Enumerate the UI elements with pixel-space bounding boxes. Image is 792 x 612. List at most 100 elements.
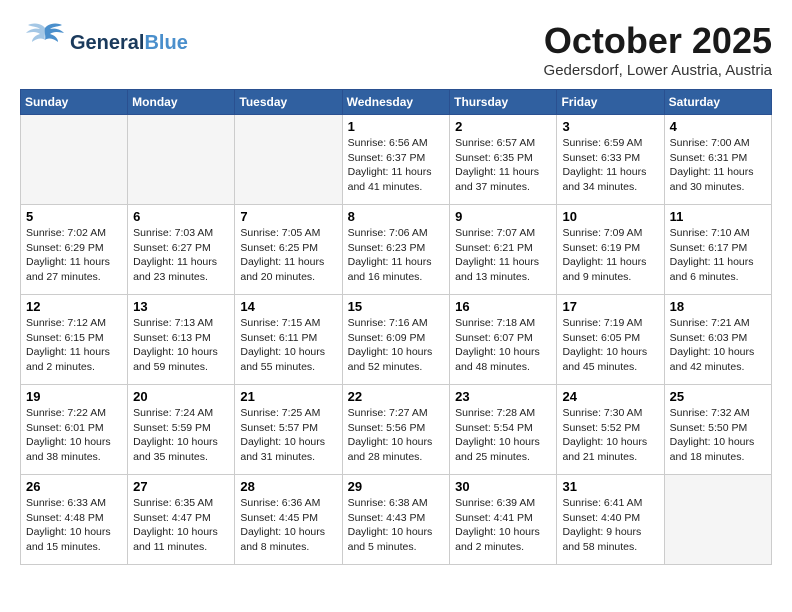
day-number: 4 [670,119,766,134]
col-header-monday: Monday [128,90,235,115]
page-header: GeneralBlue October 2025 Gedersdorf, Low… [20,20,772,79]
calendar-cell: 13Sunrise: 7:13 AM Sunset: 6:13 PM Dayli… [128,295,235,385]
day-info: Sunrise: 7:19 AM Sunset: 6:05 PM Dayligh… [562,316,658,375]
day-info: Sunrise: 7:06 AM Sunset: 6:23 PM Dayligh… [348,226,445,285]
day-number: 23 [455,389,551,404]
day-info: Sunrise: 7:28 AM Sunset: 5:54 PM Dayligh… [455,406,551,465]
day-info: Sunrise: 6:56 AM Sunset: 6:37 PM Dayligh… [348,136,445,195]
calendar-cell: 29 Sunrise: 6:38 AM Sunset: 4:43 PM Dayli… [342,475,450,565]
day-number: 12 [26,299,122,314]
calendar-cell: 11 Sunrise: 7:10 AM Sunset: 6:17 PM Dayli… [664,205,771,295]
calendar-cell: 25 Sunrise: 7:32 AM Sunset: 5:50 PM Dayli… [664,385,771,475]
day-info: Sunrise: 7:21 AM Sunset: 6:03 PM Dayligh… [670,316,766,375]
col-header-saturday: Saturday [664,90,771,115]
day-info: Sunrise: 6:39 AM Sunset: 4:41 PM Dayligh… [455,496,551,555]
day-number: 19 [26,389,122,404]
day-number: 24 [562,389,658,404]
calendar-table: SundayMondayTuesdayWednesdayThursdayFrid… [20,89,772,565]
day-number: 17 [562,299,658,314]
calendar-cell: 4 Sunrise: 7:00 AM Sunset: 6:31 PM Daylig… [664,115,771,205]
calendar-cell: 22Sunrise: 7:27 AM Sunset: 5:56 PM Dayli… [342,385,450,475]
calendar-cell: 27 Sunrise: 6:35 AM Sunset: 4:47 PM Dayli… [128,475,235,565]
day-number: 28 [240,479,336,494]
day-info: Sunrise: 7:15 AM Sunset: 6:11 PM Dayligh… [240,316,336,375]
calendar-cell: 3Sunrise: 6:59 AM Sunset: 6:33 PM Daylig… [557,115,664,205]
day-info: Sunrise: 7:24 AM Sunset: 5:59 PM Dayligh… [133,406,229,465]
day-number: 13 [133,299,229,314]
col-header-thursday: Thursday [450,90,557,115]
location-subtitle: Gedersdorf, Lower Austria, Austria [544,62,772,79]
day-number: 5 [26,209,122,224]
day-number: 14 [240,299,336,314]
calendar-cell: 24 Sunrise: 7:30 AM Sunset: 5:52 PM Dayli… [557,385,664,475]
calendar-cell: 1 Sunrise: 6:56 AM Sunset: 6:37 PM Daylig… [342,115,450,205]
logo-text: GeneralBlue [70,33,188,53]
day-info: Sunrise: 7:16 AM Sunset: 6:09 PM Dayligh… [348,316,445,375]
day-info: Sunrise: 7:07 AM Sunset: 6:21 PM Dayligh… [455,226,551,285]
calendar-cell: 9Sunrise: 7:07 AM Sunset: 6:21 PM Daylig… [450,205,557,295]
day-info: Sunrise: 7:30 AM Sunset: 5:52 PM Dayligh… [562,406,658,465]
calendar-week-2: 5 Sunrise: 7:02 AM Sunset: 6:29 PM Daylig… [21,205,772,295]
day-info: Sunrise: 7:03 AM Sunset: 6:27 PM Dayligh… [133,226,229,285]
day-info: Sunrise: 6:38 AM Sunset: 4:43 PM Dayligh… [348,496,445,555]
day-info: Sunrise: 7:09 AM Sunset: 6:19 PM Dayligh… [562,226,658,285]
day-number: 15 [348,299,445,314]
day-number: 27 [133,479,229,494]
day-number: 7 [240,209,336,224]
calendar-cell: 6 Sunrise: 7:03 AM Sunset: 6:27 PM Daylig… [128,205,235,295]
calendar-cell: 28 Sunrise: 6:36 AM Sunset: 4:45 PM Dayli… [235,475,342,565]
day-number: 3 [562,119,658,134]
calendar-cell [235,115,342,205]
day-number: 21 [240,389,336,404]
day-info: Sunrise: 7:10 AM Sunset: 6:17 PM Dayligh… [670,226,766,285]
day-info: Sunrise: 7:12 AM Sunset: 6:15 PM Dayligh… [26,316,122,375]
day-info: Sunrise: 7:00 AM Sunset: 6:31 PM Dayligh… [670,136,766,195]
day-info: Sunrise: 7:05 AM Sunset: 6:25 PM Dayligh… [240,226,336,285]
logo: GeneralBlue [20,20,188,65]
day-number: 16 [455,299,551,314]
col-header-wednesday: Wednesday [342,90,450,115]
day-info: Sunrise: 7:02 AM Sunset: 6:29 PM Dayligh… [26,226,122,285]
day-number: 30 [455,479,551,494]
calendar-cell [128,115,235,205]
calendar-week-5: 26Sunrise: 6:33 AM Sunset: 4:48 PM Dayli… [21,475,772,565]
day-info: Sunrise: 7:32 AM Sunset: 5:50 PM Dayligh… [670,406,766,465]
day-number: 6 [133,209,229,224]
day-info: Sunrise: 7:27 AM Sunset: 5:56 PM Dayligh… [348,406,445,465]
calendar-cell: 2Sunrise: 6:57 AM Sunset: 6:35 PM Daylig… [450,115,557,205]
day-info: Sunrise: 6:35 AM Sunset: 4:47 PM Dayligh… [133,496,229,555]
calendar-cell: 21 Sunrise: 7:25 AM Sunset: 5:57 PM Dayli… [235,385,342,475]
calendar-cell: 30 Sunrise: 6:39 AM Sunset: 4:41 PM Dayli… [450,475,557,565]
day-info: Sunrise: 6:41 AM Sunset: 4:40 PM Dayligh… [562,496,658,555]
day-info: Sunrise: 7:25 AM Sunset: 5:57 PM Dayligh… [240,406,336,465]
calendar-header-row: SundayMondayTuesdayWednesdayThursdayFrid… [21,90,772,115]
calendar-cell: 31 Sunrise: 6:41 AM Sunset: 4:40 PM Dayli… [557,475,664,565]
calendar-cell: 17 Sunrise: 7:19 AM Sunset: 6:05 PM Dayli… [557,295,664,385]
calendar-cell [21,115,128,205]
calendar-cell: 14 Sunrise: 7:15 AM Sunset: 6:11 PM Dayli… [235,295,342,385]
day-number: 11 [670,209,766,224]
calendar-cell: 7 Sunrise: 7:05 AM Sunset: 6:25 PM Daylig… [235,205,342,295]
calendar-cell: 19 Sunrise: 7:22 AM Sunset: 6:01 PM Dayli… [21,385,128,475]
col-header-tuesday: Tuesday [235,90,342,115]
calendar-cell: 5 Sunrise: 7:02 AM Sunset: 6:29 PM Daylig… [21,205,128,295]
col-header-friday: Friday [557,90,664,115]
calendar-cell: 12 Sunrise: 7:12 AM Sunset: 6:15 PM Dayli… [21,295,128,385]
day-number: 31 [562,479,658,494]
day-info: Sunrise: 6:36 AM Sunset: 4:45 PM Dayligh… [240,496,336,555]
calendar-cell: 20 Sunrise: 7:24 AM Sunset: 5:59 PM Dayli… [128,385,235,475]
day-number: 8 [348,209,445,224]
calendar-cell: 8 Sunrise: 7:06 AM Sunset: 6:23 PM Daylig… [342,205,450,295]
calendar-cell: 15 Sunrise: 7:16 AM Sunset: 6:09 PM Dayli… [342,295,450,385]
day-info: Sunrise: 7:22 AM Sunset: 6:01 PM Dayligh… [26,406,122,465]
day-info: Sunrise: 7:18 AM Sunset: 6:07 PM Dayligh… [455,316,551,375]
day-number: 29 [348,479,445,494]
calendar-cell: 26Sunrise: 6:33 AM Sunset: 4:48 PM Dayli… [21,475,128,565]
day-number: 20 [133,389,229,404]
calendar-cell: 16 Sunrise: 7:18 AM Sunset: 6:07 PM Dayli… [450,295,557,385]
calendar-cell [664,475,771,565]
day-number: 26 [26,479,122,494]
day-number: 1 [348,119,445,134]
calendar-week-1: 1 Sunrise: 6:56 AM Sunset: 6:37 PM Daylig… [21,115,772,205]
day-number: 25 [670,389,766,404]
